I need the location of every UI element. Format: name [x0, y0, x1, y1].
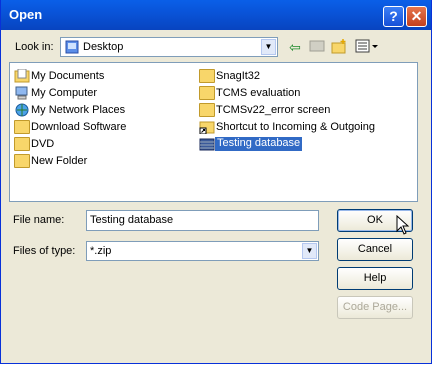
cancel-button[interactable]: Cancel — [337, 238, 413, 261]
files-of-type-label: Files of type: — [13, 245, 76, 257]
close-button[interactable]: ✕ — [406, 6, 427, 27]
help-button[interactable]: Help — [337, 267, 413, 290]
desktop-icon — [65, 40, 79, 54]
my-computer-icon — [15, 86, 28, 100]
folder-icon — [199, 86, 215, 100]
folder-icon — [199, 69, 215, 83]
back-arrow-icon[interactable]: ⇦ — [286, 38, 304, 56]
folder-icon — [14, 120, 30, 134]
views-menu-icon[interactable] — [354, 38, 380, 56]
look-in-select[interactable]: Desktop ▼ — [60, 37, 278, 57]
files-of-type-select[interactable]: *.zip ▼ — [86, 241, 319, 261]
folder-icon — [14, 154, 30, 168]
file-name-label: File name: — [13, 214, 65, 226]
mouse-cursor-icon — [396, 215, 410, 235]
code-page-button[interactable]: Code Page... — [337, 296, 413, 319]
look-in-value: Desktop — [83, 41, 124, 53]
title-bar: Open ? ✕ — [1, 0, 431, 30]
network-places-icon — [15, 103, 29, 117]
shortcut-icon — [199, 121, 215, 134]
chevron-down-icon[interactable]: ▼ — [302, 243, 317, 259]
new-folder-icon[interactable] — [330, 38, 348, 56]
look-in-label: Look in: — [15, 41, 54, 53]
window-title: Open — [9, 7, 43, 22]
file-list[interactable]: My Documents My Computer My Network Plac… — [9, 62, 418, 202]
database-icon — [199, 138, 215, 151]
help-title-button[interactable]: ? — [383, 6, 404, 27]
folder-icon — [199, 103, 215, 117]
files-of-type-value: *.zip — [90, 245, 112, 257]
chevron-down-icon[interactable]: ▼ — [261, 39, 276, 55]
folder-icon — [14, 137, 30, 151]
file-name-input[interactable]: Testing database — [86, 210, 319, 231]
open-dialog: Open ? ✕ Look in: Desktop ▼ ⇦ My Documen… — [0, 0, 432, 364]
my-documents-icon — [14, 69, 30, 83]
up-folder-icon[interactable] — [308, 38, 326, 56]
